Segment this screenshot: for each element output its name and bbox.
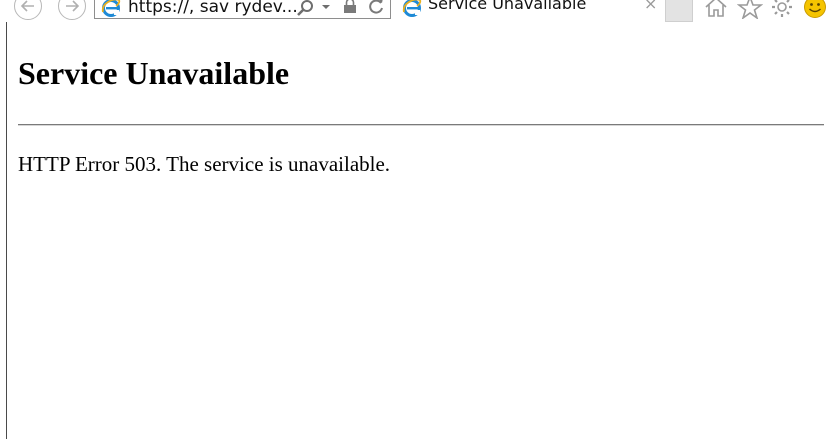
forward-button[interactable]	[58, 0, 86, 20]
window-left-edge	[0, 0, 7, 439]
new-tab-button[interactable]	[665, 0, 693, 22]
tab-close-icon[interactable]: ×	[644, 0, 657, 13]
forward-icon	[66, 0, 80, 12]
address-bar[interactable]: https://, sav rydev...	[94, 0, 391, 19]
tab-ie-logo-icon	[402, 0, 422, 17]
home-icon[interactable]	[703, 0, 729, 19]
dropdown-icon[interactable]	[321, 4, 331, 10]
lock-icon[interactable]	[343, 0, 357, 14]
tab-title: Service Unavailable	[428, 0, 587, 13]
refresh-icon[interactable]	[367, 0, 385, 15]
favorites-star-icon[interactable]	[737, 0, 763, 19]
back-button[interactable]	[14, 0, 42, 20]
search-icon[interactable]	[295, 0, 315, 17]
address-url-text[interactable]: https://, sav rydev...	[128, 0, 298, 17]
tab-service-unavailable[interactable]: Service Unavailable ×	[396, 0, 664, 21]
back-icon	[20, 0, 34, 12]
error-message: HTTP Error 503. The service is unavailab…	[18, 152, 391, 176]
smiley-feedback-icon[interactable]	[802, 0, 828, 19]
browser-toolbar: https://, sav rydev... Service Unavailab…	[0, 0, 837, 22]
page-title: Service Unavailable	[18, 55, 290, 91]
settings-gear-icon[interactable]	[769, 0, 795, 19]
ie-logo-icon	[101, 0, 121, 17]
horizontal-rule	[18, 124, 824, 126]
